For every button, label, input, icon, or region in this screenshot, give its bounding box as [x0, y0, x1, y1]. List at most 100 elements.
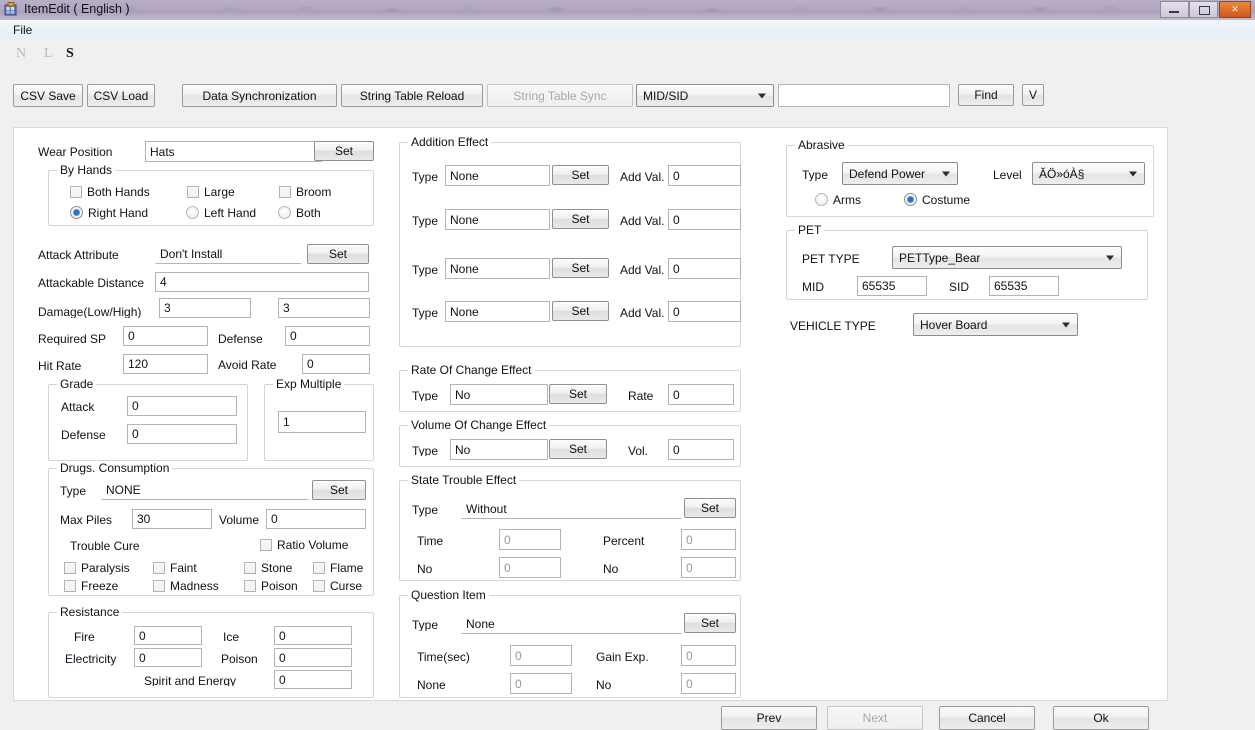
- wear-position-set-button[interactable]: Set: [314, 141, 374, 161]
- checkbox-poison[interactable]: [244, 580, 256, 592]
- question-item-gain-exp-value[interactable]: 0: [681, 645, 736, 666]
- data-synchronization-button[interactable]: Data Synchronization: [182, 84, 337, 107]
- state-trouble-no1-value[interactable]: 0: [499, 557, 561, 578]
- hit-rate-value[interactable]: 120: [123, 354, 208, 374]
- attack-attribute-set-button[interactable]: Set: [307, 244, 369, 264]
- prev-button[interactable]: Prev: [721, 706, 817, 730]
- addition-effect-addval-label-2: Add Val.: [620, 214, 665, 228]
- resistance-poison-value[interactable]: 0: [274, 648, 352, 667]
- addition-effect-set-button-3[interactable]: Set: [552, 258, 609, 278]
- addition-effect-addval-value-3[interactable]: 0: [668, 258, 741, 279]
- resistance-fire-value[interactable]: 0: [134, 626, 202, 645]
- state-trouble-no2-value[interactable]: 0: [681, 557, 736, 578]
- menu-item-file[interactable]: File: [6, 22, 39, 38]
- state-trouble-percent-value[interactable]: 0: [681, 529, 736, 550]
- close-button[interactable]: ✕: [1219, 1, 1251, 18]
- grade-attack-value[interactable]: 0: [127, 396, 237, 416]
- question-item-none-value[interactable]: 0: [510, 673, 572, 694]
- required-sp-value[interactable]: 0: [123, 326, 208, 346]
- csv-save-button[interactable]: CSV Save: [13, 84, 83, 107]
- mid-sid-select[interactable]: MID/SID: [636, 84, 774, 107]
- radio-costume[interactable]: [904, 193, 917, 206]
- indicator-n[interactable]: N: [16, 46, 26, 62]
- rate-of-change-type-value[interactable]: No: [450, 384, 548, 405]
- resistance-electricity-value[interactable]: 0: [134, 648, 202, 667]
- volume-value[interactable]: 0: [266, 509, 366, 529]
- max-piles-value[interactable]: 30: [132, 509, 212, 529]
- volume-of-change-type-value[interactable]: No: [450, 439, 548, 460]
- indicator-l[interactable]: L: [44, 46, 53, 62]
- checkbox-flame[interactable]: [313, 562, 325, 574]
- state-trouble-set-button[interactable]: Set: [684, 498, 736, 518]
- avoid-rate-value[interactable]: 0: [302, 354, 370, 374]
- radio-both[interactable]: [278, 206, 291, 219]
- damage-low-value[interactable]: 3: [159, 298, 251, 318]
- damage-high-value[interactable]: 3: [278, 298, 370, 318]
- checkbox-madness[interactable]: [153, 580, 165, 592]
- radio-left-hand[interactable]: [186, 206, 199, 219]
- abrasive-level-select[interactable]: ĂÖ»óÀ§: [1032, 162, 1145, 185]
- drugs-type-set-button[interactable]: Set: [312, 480, 366, 500]
- pet-sid-value[interactable]: 65535: [989, 276, 1059, 296]
- abrasive-type-select[interactable]: Defend Power: [842, 162, 958, 185]
- attackable-distance-value[interactable]: 4: [155, 272, 369, 292]
- radio-arms[interactable]: [815, 193, 828, 206]
- ok-button[interactable]: Ok: [1053, 706, 1149, 730]
- addition-effect-set-button-4[interactable]: Set: [552, 301, 609, 321]
- v-button[interactable]: V: [1022, 84, 1044, 106]
- rate-value[interactable]: 0: [668, 384, 734, 405]
- state-trouble-time-value[interactable]: 0: [499, 529, 561, 550]
- minimize-icon: [1169, 11, 1179, 13]
- question-item-none-label: None: [417, 678, 446, 692]
- defense-value[interactable]: 0: [285, 326, 370, 346]
- grade-defense-value[interactable]: 0: [127, 424, 237, 444]
- maximize-button[interactable]: [1189, 1, 1218, 18]
- question-item-time-value[interactable]: 0: [510, 645, 572, 666]
- csv-load-button[interactable]: CSV Load: [87, 84, 155, 107]
- question-item-no-value[interactable]: 0: [681, 673, 736, 694]
- find-button[interactable]: Find: [958, 84, 1014, 106]
- rate-of-change-set-button[interactable]: Set: [549, 384, 607, 404]
- addition-effect-addval-value-4[interactable]: 0: [668, 301, 741, 322]
- checkbox-freeze[interactable]: [64, 580, 76, 592]
- wear-position-value[interactable]: Hats: [145, 141, 322, 162]
- question-item-set-button[interactable]: Set: [684, 613, 736, 633]
- addition-effect-type-value-2[interactable]: None: [445, 209, 550, 230]
- checkbox-large[interactable]: [187, 186, 199, 198]
- addition-effect-addval-value-1[interactable]: 0: [668, 165, 741, 186]
- attack-attribute-value[interactable]: Don't Install: [155, 244, 302, 264]
- drugs-type-value[interactable]: NONE: [101, 480, 309, 500]
- vol-value[interactable]: 0: [668, 439, 734, 460]
- vehicle-type-select[interactable]: Hover Board: [913, 313, 1078, 336]
- question-item-gain-exp-label: Gain Exp.: [596, 650, 649, 664]
- checkbox-paralysis[interactable]: [64, 562, 76, 574]
- main-panel: Wear Position Hats Set By Hands Both Han…: [13, 127, 1168, 701]
- pet-mid-value[interactable]: 65535: [857, 276, 927, 296]
- question-item-type-value[interactable]: None: [461, 613, 682, 634]
- pet-type-select[interactable]: PETType_Bear: [892, 246, 1122, 269]
- checkbox-stone[interactable]: [244, 562, 256, 574]
- checkbox-curse[interactable]: [313, 580, 325, 592]
- resistance-spirit-value[interactable]: 0: [274, 670, 352, 689]
- title-bar[interactable]: ItemEdit ( English ) ✕: [0, 0, 1255, 20]
- checkbox-ratio-volume[interactable]: [260, 539, 272, 551]
- volume-of-change-set-button[interactable]: Set: [549, 439, 607, 459]
- search-input[interactable]: [778, 84, 950, 107]
- checkbox-both-hands[interactable]: [70, 186, 82, 198]
- addition-effect-set-button-1[interactable]: Set: [552, 165, 609, 185]
- string-table-reload-button[interactable]: String Table Reload: [341, 84, 483, 107]
- state-trouble-type-value[interactable]: Without: [461, 498, 682, 519]
- addition-effect-type-value-3[interactable]: None: [445, 258, 550, 279]
- addition-effect-type-value-4[interactable]: None: [445, 301, 550, 322]
- cancel-button[interactable]: Cancel: [939, 706, 1035, 730]
- indicator-s[interactable]: S: [66, 46, 74, 62]
- checkbox-faint[interactable]: [153, 562, 165, 574]
- resistance-ice-value[interactable]: 0: [274, 626, 352, 645]
- addition-effect-type-value-1[interactable]: None: [445, 165, 550, 186]
- minimize-button[interactable]: [1160, 1, 1189, 18]
- exp-multiple-value[interactable]: 1: [278, 411, 366, 433]
- radio-right-hand[interactable]: [70, 206, 83, 219]
- checkbox-broom[interactable]: [279, 186, 291, 198]
- addition-effect-set-button-2[interactable]: Set: [552, 209, 609, 229]
- addition-effect-addval-value-2[interactable]: 0: [668, 209, 741, 230]
